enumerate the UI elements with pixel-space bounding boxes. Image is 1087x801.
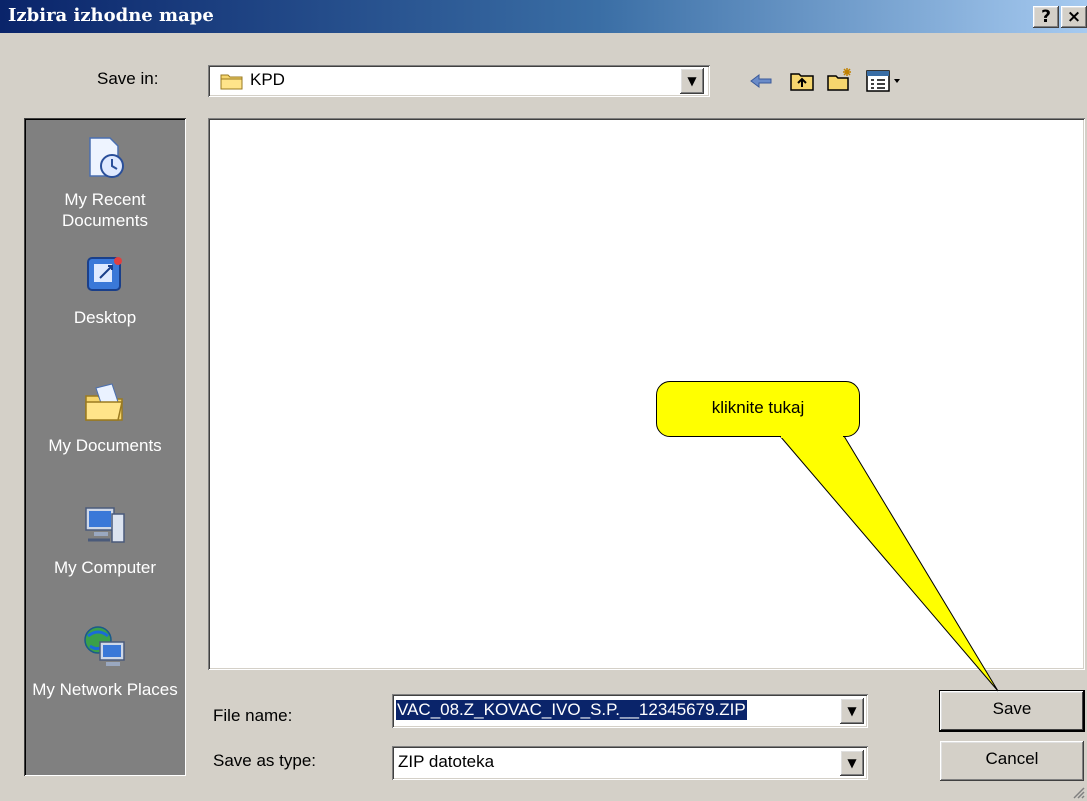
recent-documents-icon: [89, 137, 124, 178]
place-label: Desktop: [73, 308, 137, 327]
place-my-computer[interactable]: My Computer: [24, 502, 186, 578]
chevron-down-icon: ▼: [687, 74, 697, 88]
folder-icon: [220, 74, 243, 90]
back-arrow-icon[interactable]: [750, 72, 772, 90]
up-folder-icon[interactable]: [789, 68, 815, 92]
save-in-dropdown-button[interactable]: ▼: [680, 68, 704, 94]
places-bar: My Recent Documents Desktop My Documents…: [24, 118, 186, 776]
callout-text: kliknite tukaj: [711, 398, 805, 417]
save-as-type-combobox[interactable]: ZIP datoteka ▼: [392, 746, 868, 780]
help-button[interactable]: ?: [1033, 6, 1059, 28]
callout-bubble: kliknite tukaj: [656, 381, 860, 437]
file-name-label: File name:: [213, 706, 293, 725]
cancel-button[interactable]: Cancel: [940, 741, 1084, 781]
view-menu-icon[interactable]: [866, 70, 904, 92]
save-as-type-label: Save as type:: [213, 751, 317, 770]
new-folder-icon[interactable]: [826, 66, 854, 92]
save-in-combobox[interactable]: KPD ▼: [208, 65, 710, 97]
network-places-icon: [84, 626, 125, 666]
desktop-icon: [87, 257, 122, 291]
place-my-recent-documents[interactable]: My Recent Documents: [24, 134, 186, 231]
window-title: Izbira izhodne mape: [8, 5, 214, 26]
close-button[interactable]: ×: [1061, 6, 1087, 28]
place-label: My Documents: [48, 436, 162, 455]
my-computer-icon: [85, 507, 125, 543]
my-documents-icon: [85, 383, 123, 421]
resize-grip-icon[interactable]: [1071, 785, 1085, 799]
file-name-input[interactable]: VAC_08.Z_KOVAC_IVO_S.P.__12345679.ZIP: [396, 700, 747, 720]
place-my-documents[interactable]: My Documents: [24, 380, 186, 456]
place-my-network-places[interactable]: My Network Places: [24, 624, 186, 700]
save-as-type-value: ZIP datoteka: [398, 752, 495, 771]
place-desktop[interactable]: Desktop: [24, 252, 186, 328]
callout-pointer: [778, 435, 999, 692]
place-label: My Computer: [53, 558, 157, 577]
save-in-label: Save in:: [97, 69, 159, 88]
place-label: My Network Places: [32, 680, 178, 699]
current-folder: KPD: [250, 70, 285, 89]
chevron-down-icon: ▼: [847, 756, 857, 770]
save-as-type-dropdown-button[interactable]: ▼: [840, 750, 864, 776]
chevron-down-icon: ▼: [847, 704, 857, 718]
place-label: My Recent Documents: [62, 190, 148, 230]
